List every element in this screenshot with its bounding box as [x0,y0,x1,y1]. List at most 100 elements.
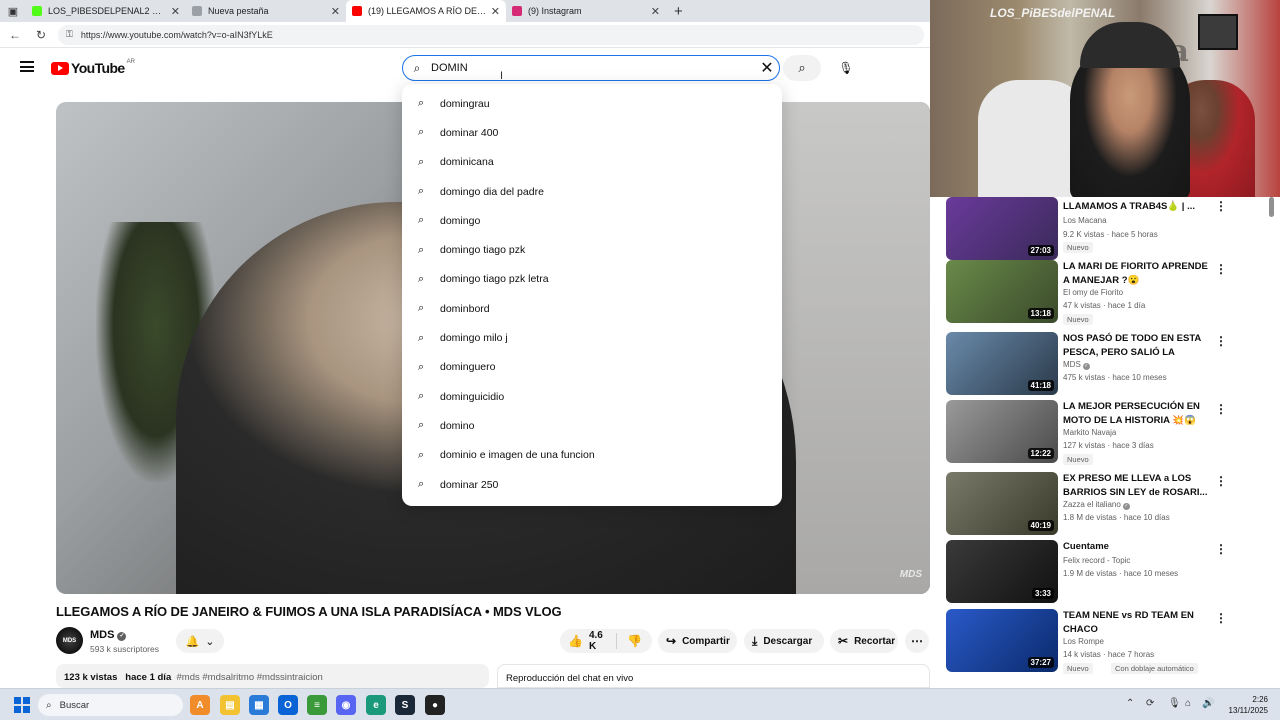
more-actions-button[interactable]: ⋯ [905,629,929,653]
windows-start-icon[interactable] [14,697,30,713]
suggestion-item[interactable]: ⌕ domino [402,411,782,440]
video-watermark: MDS [899,569,922,580]
tab-close-icon[interactable]: ✕ [331,5,340,18]
recommended-title[interactable]: LA MEJOR PERSECUCIÓN EN MOTO DE LA HISTO… [1063,400,1208,427]
menu-icon[interactable] [20,61,34,72]
more-vertical-icon[interactable]: ⋮ [1215,474,1227,488]
video-thumbnail[interactable]: 13:18 [946,260,1058,323]
recommended-title[interactable]: TEAM NENE vs RD TEAM EN CHACO [1063,609,1208,636]
view-count: 123 k vistas [64,672,118,683]
recommended-channel[interactable]: Los Rompe [1063,637,1104,646]
recommended-title[interactable]: EX PRESO ME LLEVA a LOS BARRIOS SIN LEY … [1063,472,1208,499]
chevron-up-icon[interactable]: ⌃ [1126,698,1134,709]
suggestion-item[interactable]: ⌕ domingo tiago pzk letra [402,265,782,294]
recommended-title[interactable]: Cuentame [1063,540,1208,554]
site-info-icon[interactable]: ⚿ [66,29,73,40]
tab-new-tab[interactable]: Nueva pestaña ✕ [186,0,346,22]
microphone-icon[interactable]: 🎙 [1168,698,1181,709]
gaming-app-icon[interactable]: ≡ [307,695,327,715]
suggestion-item[interactable]: ⌕ dominbord [402,294,782,323]
recommended-channel[interactable]: Los Macana [1063,216,1107,225]
video-thumbnail[interactable]: 27:03 [946,197,1058,260]
system-clock[interactable]: 2:26 13/11/2025 [1218,694,1268,716]
more-vertical-icon[interactable]: ⋮ [1215,262,1227,276]
recommended-channel[interactable]: El omy de Fiorito [1063,288,1123,297]
obs-icon[interactable]: ● [425,695,445,715]
search-icon: ⌕ [413,60,421,75]
suggestion-item[interactable]: ⌕ dominio e imagen de una funcion [402,441,782,470]
sidebar-scrollbar[interactable] [1268,197,1276,687]
more-vertical-icon[interactable]: ⋮ [1215,199,1227,213]
store-icon[interactable]: ▦ [249,695,269,715]
suggestion-item[interactable]: ⌕ domingo tiago pzk [402,235,782,264]
clip-label: Recortar [854,635,896,647]
youtube-logo[interactable]: YouTube AR [51,59,135,76]
recommended-title[interactable]: LA MARI DE FIORITO APRENDE A MANEJAR ?😮 [1063,260,1208,287]
notification-bell-button[interactable]: 🔔 ⌄ [176,629,224,653]
voice-search-button[interactable]: 🎙 [832,55,860,81]
video-thumbnail[interactable]: 40:19 [946,472,1058,535]
tab-close-icon[interactable]: ✕ [491,5,500,18]
search-input[interactable]: ⌕ DOMIN ✕ [402,55,780,81]
recommended-channel[interactable]: Felix record - Topic [1063,556,1130,565]
network-icon[interactable]: ⌂ [1185,698,1191,709]
clear-search-icon[interactable]: ✕ [755,58,779,78]
recommended-stats: 1.8 M de vistas · hace 10 días [1063,513,1170,522]
clip-button[interactable]: ✂ Recortar [830,629,898,653]
download-button[interactable]: ⤓ Descargar [744,629,824,653]
dislike-button[interactable]: 👎 [617,634,652,648]
video-thumbnail[interactable]: 37:27 [946,609,1058,672]
recommended-channel[interactable]: MDS ✓ [1063,360,1090,370]
description-box[interactable]: 123 k vistas hace 1 día #mds #mdsalritmo… [56,664,489,688]
taskbar-search[interactable]: ⌕ Buscar [38,694,183,716]
app-icon-a[interactable]: A [190,695,210,715]
recommendations-sidebar: 27:03 LLAMAMOS A TRAB4S🍐 | ... Los Macan… [930,197,1280,687]
more-vertical-icon[interactable]: ⋮ [1215,542,1227,556]
back-arrow-icon[interactable]: ← [4,28,26,42]
recommended-channel[interactable]: Markito Navaja [1063,428,1116,437]
chat-replay-header[interactable]: Reproducción del chat en vivo [497,664,930,688]
suggestion-item[interactable]: ⌕ domingo [402,206,782,235]
video-thumbnail[interactable]: 3:33 [946,540,1058,603]
channel-name[interactable]: MDS ✓ [90,629,127,641]
volume-icon[interactable]: 🔊 [1202,698,1214,709]
more-vertical-icon[interactable]: ⋮ [1215,334,1227,348]
new-tab-button[interactable]: + [666,3,691,20]
suggestion-item[interactable]: ⌕ dominguicidio [402,382,782,411]
tab-close-icon[interactable]: ✕ [171,5,180,18]
channel-name-text: MDS [90,629,115,641]
more-vertical-icon[interactable]: ⋮ [1215,611,1227,625]
suggestion-item[interactable]: ⌕ dominguero [402,353,782,382]
scrollbar-thumb[interactable] [1269,197,1274,217]
video-thumbnail[interactable]: 12:22 [946,400,1058,463]
search-button[interactable]: ⌕ [783,55,821,81]
edge-browser-icon[interactable]: e [366,695,386,715]
suggestion-item[interactable]: ⌕ dominicana [402,148,782,177]
channel-avatar[interactable]: MDS [56,627,83,654]
like-button[interactable]: 👍 4.6 K [560,630,618,652]
reload-icon[interactable]: ↻ [30,28,52,42]
suggestion-item[interactable]: ⌕ domingo milo j [402,323,782,352]
suggestion-item[interactable]: ⌕ domingo dia del padre [402,177,782,206]
sync-icon[interactable]: ⟳ [1146,698,1154,709]
recommended-channel[interactable]: Zazza el italiano ✓ [1063,500,1130,510]
more-vertical-icon[interactable]: ⋮ [1215,402,1227,416]
search-icon: ⌕ [418,448,425,461]
tab-kick-stream[interactable]: LOS_PIBESDELPENAL2 Stream - V ✕ [26,0,186,22]
outlook-icon[interactable]: O [278,695,298,715]
file-explorer-icon[interactable]: ▤ [220,695,240,715]
suggestion-item[interactable]: ⌕ dominar 400 [402,118,782,147]
suggestion-item[interactable]: ⌕ dominar 250 [402,470,782,499]
url-field[interactable]: ⚿ https://www.youtube.com/watch?v=o-aIN3… [58,24,924,45]
tab-instagram[interactable]: (9) Instagram ✕ [506,0,666,22]
tab-actions-icon[interactable]: ▣ [0,0,26,22]
video-thumbnail[interactable]: 41:18 [946,332,1058,395]
tab-close-icon[interactable]: ✕ [651,5,660,18]
discord-icon[interactable]: ◉ [336,695,356,715]
tab-youtube-video[interactable]: (19) LLEGAMOS A RÍO DE JANEIR ✕ [346,0,506,22]
suggestion-item[interactable]: ⌕ domingrau [402,89,782,118]
share-button[interactable]: ↪ Compartir [658,629,737,653]
recommended-title[interactable]: LLAMAMOS A TRAB4S🍐 | ... [1063,200,1208,214]
recommended-title[interactable]: NOS PASÓ DE TODO EN ESTA PESCA, PERO SAL… [1063,332,1208,359]
steam-icon[interactable]: S [395,695,415,715]
